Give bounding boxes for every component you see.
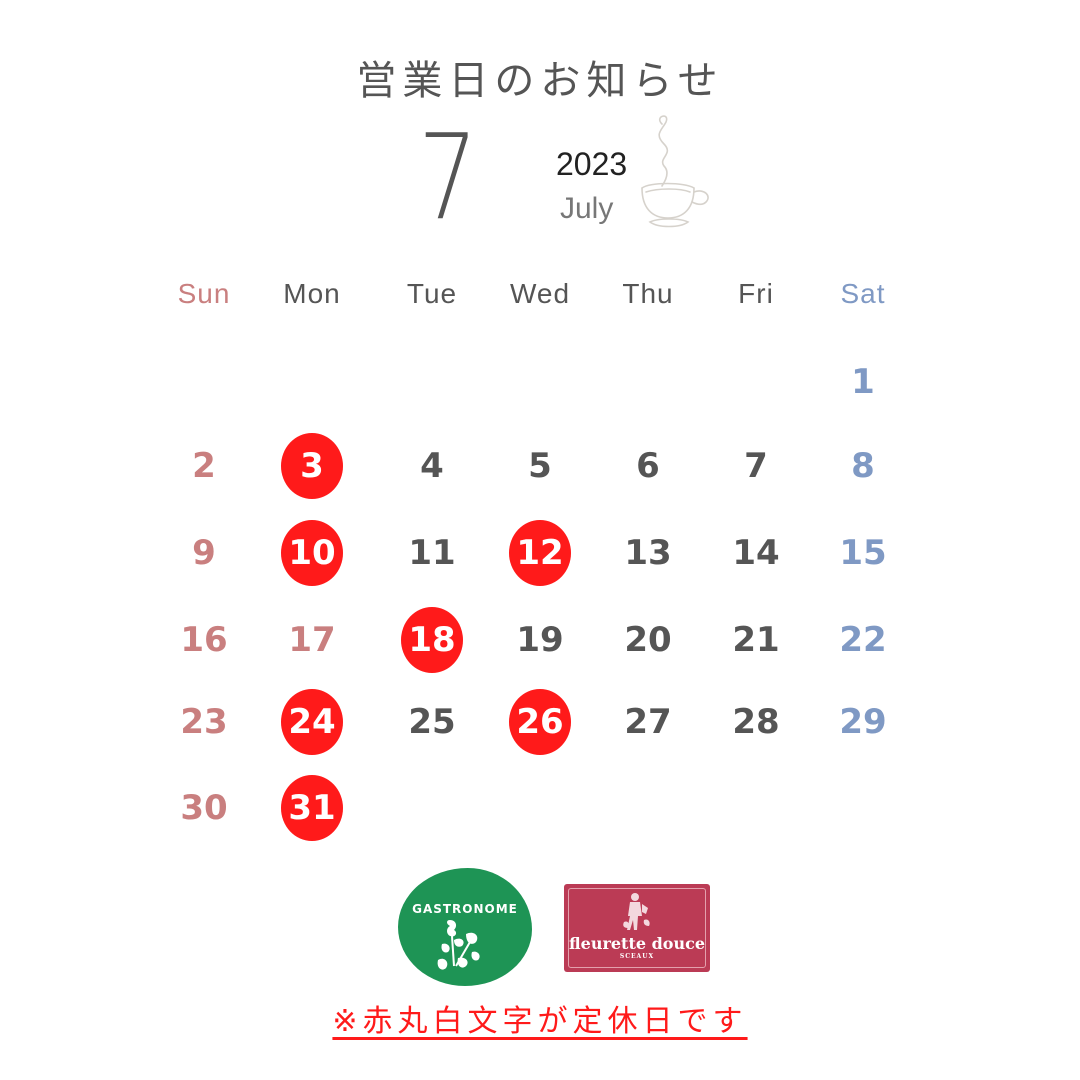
weekday-fri: Fri	[738, 278, 774, 309]
gastronome-logo-text: GASTRONOME	[412, 902, 518, 916]
weekday-tue: Tue	[406, 278, 458, 309]
calendar-day-1: 1	[851, 362, 875, 402]
weekday-thu: Thu	[622, 278, 674, 309]
calendar-day-25: 25	[408, 702, 456, 742]
calendar-day-23: 23	[180, 702, 228, 742]
calendar-day-5: 5	[528, 446, 552, 486]
fleurette-logo-name: fleurette douce	[569, 934, 705, 953]
weekday-sun: Sun	[177, 278, 231, 309]
closed-day-26: 26	[509, 689, 571, 755]
weekday-mon: Mon	[283, 278, 341, 309]
closed-day-31: 31	[281, 775, 343, 841]
fleurette-douce-logo: fleurette douce SCEAUX	[564, 884, 710, 972]
calendar-day-9: 9	[192, 533, 216, 573]
calendar-day-6: 6	[636, 446, 660, 486]
calendar-day-19: 19	[516, 620, 564, 660]
closed-days-note-text: ※赤丸白文字が定休日です	[332, 1004, 748, 1039]
calendar-day-11: 11	[408, 533, 456, 573]
year-label: 2023	[556, 146, 628, 182]
calendar-day-22: 22	[839, 620, 887, 660]
month-number: 7	[418, 108, 479, 246]
closed-day-12: 12	[509, 520, 571, 586]
calendar-day-15: 15	[839, 533, 887, 573]
calendar-day-7: 7	[744, 446, 768, 486]
calendar-day-27: 27	[624, 702, 672, 742]
closed-day-18: 18	[401, 607, 463, 673]
gardener-figure-icon	[623, 893, 650, 930]
calendar-day-29: 29	[839, 702, 887, 742]
calendar-day-4: 4	[420, 446, 444, 486]
calendar-day-20: 20	[624, 620, 672, 660]
calendar-day-28: 28	[732, 702, 780, 742]
calendar-day-17: 17	[288, 620, 336, 660]
gastronome-logo: GASTRONOME	[398, 868, 532, 986]
calendar-day-21: 21	[732, 620, 780, 660]
closed-day-24: 24	[281, 689, 343, 755]
closed-day-3: 3	[281, 433, 343, 499]
closed-days-note: ※赤丸白文字が定休日です	[0, 996, 1080, 1040]
page-title: 営業日のお知らせ	[356, 58, 724, 104]
calendar-day-14: 14	[732, 533, 780, 573]
calendar-day-30: 30	[180, 788, 228, 828]
calendar-day-2: 2	[192, 446, 216, 486]
herb-icon	[437, 920, 480, 970]
calendar-day-16: 16	[180, 620, 228, 660]
fleurette-logo-sub: SCEAUX	[619, 953, 655, 960]
weekday-wed: Wed	[509, 278, 571, 309]
calendar-day-13: 13	[624, 533, 672, 573]
weekday-sat: Sat	[840, 278, 886, 309]
month-name: July	[560, 192, 614, 225]
closed-day-10: 10	[281, 520, 343, 586]
calendar-day-8: 8	[851, 446, 875, 486]
coffee-cup-icon	[641, 115, 709, 228]
